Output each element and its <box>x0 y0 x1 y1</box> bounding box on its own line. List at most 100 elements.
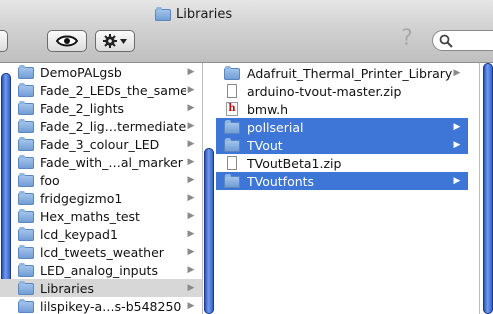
disclosure-arrow-icon: ▶ <box>187 175 195 185</box>
column1-scroller[interactable] <box>204 148 214 314</box>
disclosure-arrow-icon: ▶ <box>187 157 195 167</box>
folder-icon <box>224 120 240 134</box>
column-browser: DemoPALgsb ▶ Fade_2_LEDs_the_same ▶ Fade_2_l… <box>0 63 493 314</box>
list-item-label: Libraries <box>40 280 94 296</box>
folder-icon <box>18 65 34 79</box>
disclosure-arrow-icon: ▶ <box>453 176 461 186</box>
list-item[interactable]: TVout ▶ <box>216 136 468 154</box>
folder-icon <box>18 227 34 241</box>
disclosure-arrow-icon: ▶ <box>187 283 195 293</box>
list-item-label: TVoutfonts <box>247 173 315 189</box>
folder-icon <box>18 191 34 205</box>
window-title: Libraries <box>155 5 232 23</box>
disclosure-arrow-icon: ▶ <box>187 121 195 131</box>
eye-icon <box>56 35 78 47</box>
back-forward-button[interactable] <box>0 30 8 52</box>
disclosure-arrow-icon: ▶ <box>187 229 195 239</box>
list-item[interactable]: Fade_2_LEDs_the_same ▶ <box>0 81 202 99</box>
list-item[interactable]: arduino-tvout-master.zip <box>216 82 468 100</box>
search-field[interactable] <box>432 30 493 51</box>
list-item-label: Fade_3_colour_LED <box>40 136 160 152</box>
folder-icon <box>18 83 34 97</box>
list-item-label: Fade_2_lights <box>40 100 124 116</box>
folder-icon <box>18 119 34 133</box>
folder-icon <box>18 101 34 115</box>
view-options-button[interactable] <box>47 30 87 52</box>
list-item-label: pollserial <box>247 119 304 135</box>
folder-icon <box>18 245 34 259</box>
disclosure-arrow-icon: ▶ <box>187 103 195 113</box>
folder-icon <box>18 173 34 187</box>
list-item[interactable]: Libraries ▶ <box>0 279 202 297</box>
list-item-label: lcd_tweets_weather <box>40 244 164 260</box>
list-item[interactable]: LED_analog_inputs ▶ <box>0 261 202 279</box>
header-file-icon: h <box>224 102 240 116</box>
list-item-label: Fade_with_…al_marker <box>40 154 183 170</box>
action-menu-button[interactable] <box>95 30 135 52</box>
folder-icon <box>18 137 34 151</box>
list-item[interactable]: Fade_2_lights ▶ <box>0 99 202 117</box>
disclosure-arrow-icon: ▶ <box>187 247 195 257</box>
list-item-label: arduino-tvout-master.zip <box>247 83 402 99</box>
help-icon[interactable]: ? <box>398 27 416 51</box>
list-item[interactable]: lcd_tweets_weather ▶ <box>0 243 202 261</box>
folder-icon <box>18 209 34 223</box>
list-item[interactable]: TVoutfonts ▶ <box>216 172 468 190</box>
column-divider[interactable] <box>479 63 480 314</box>
folder-icon <box>224 174 240 188</box>
list-item[interactable]: foo ▶ <box>0 171 202 189</box>
list-item[interactable]: lcd_keypad1 ▶ <box>0 225 202 243</box>
list-item[interactable]: DemoPALgsb ▶ <box>0 63 202 81</box>
disclosure-arrow-icon: ▶ <box>453 140 461 150</box>
disclosure-arrow-icon: ▶ <box>187 85 195 95</box>
chevron-down-icon <box>120 38 127 44</box>
list-item[interactable]: pollserial ▶ <box>216 118 468 136</box>
disclosure-arrow-icon: ▶ <box>187 265 195 275</box>
list-item-label: TVoutBeta1.zip <box>247 155 342 171</box>
disclosure-arrow-icon: ▶ <box>187 301 195 311</box>
folder-icon <box>155 7 171 21</box>
list-item-label: lilspikey-a…s-b548250 <box>40 298 182 314</box>
list-item[interactable]: Fade_2_lig…termediate ▶ <box>0 117 202 135</box>
document-icon <box>224 156 240 170</box>
window-title-text: Libraries <box>176 6 233 22</box>
list-item-label: Hex_maths_test <box>40 208 140 224</box>
disclosure-arrow-icon: ▶ <box>187 211 195 221</box>
list-item-label: Fade_2_LEDs_the_same <box>40 82 187 98</box>
list-item[interactable]: lilspikey-a…s-b548250 ▶ <box>0 297 202 314</box>
column2-scroller[interactable] <box>483 63 493 314</box>
list-item[interactable]: TVoutBeta1.zip <box>216 154 468 172</box>
column-divider[interactable] <box>202 63 203 314</box>
list-item-label: foo <box>40 172 60 188</box>
list-item[interactable]: Fade_with_…al_marker ▶ <box>0 153 202 171</box>
search-icon <box>439 34 453 48</box>
disclosure-arrow-icon: ▶ <box>453 122 461 132</box>
toolbar: ? <box>0 27 493 63</box>
title-bar: Libraries <box>0 0 493 27</box>
folder-icon <box>18 263 34 277</box>
list-item[interactable]: Adafruit_Thermal_Printer_Library ▶ <box>216 64 468 82</box>
gear-icon <box>103 34 117 48</box>
list-item-label: lcd_keypad1 <box>40 226 118 242</box>
document-icon <box>224 84 240 98</box>
list-item-label: DemoPALgsb <box>40 64 122 80</box>
disclosure-arrow-icon: ▶ <box>453 68 461 78</box>
list-item-label: LED_analog_inputs <box>40 262 158 278</box>
folder-icon <box>224 138 240 152</box>
list-item-label: Fade_2_lig…termediate <box>40 118 187 134</box>
disclosure-arrow-icon: ▶ <box>187 139 195 149</box>
list-item[interactable]: Fade_3_colour_LED ▶ <box>0 135 202 153</box>
list-item-label: bmw.h <box>247 101 289 117</box>
disclosure-arrow-icon: ▶ <box>187 67 195 77</box>
list-item[interactable]: Hex_maths_test ▶ <box>0 207 202 225</box>
folder-icon <box>18 155 34 169</box>
disclosure-arrow-icon: ▶ <box>187 193 195 203</box>
folder-icon <box>224 66 240 80</box>
list-item[interactable]: h bmw.h <box>216 100 468 118</box>
list-item-label: Adafruit_Thermal_Printer_Library <box>247 65 453 81</box>
folder-icon <box>18 299 34 313</box>
list-item[interactable]: fridgegizmo1 ▶ <box>0 189 202 207</box>
column-1: DemoPALgsb ▶ Fade_2_LEDs_the_same ▶ Fade_2_l… <box>0 63 202 314</box>
list-item-label: TVout <box>247 137 283 153</box>
column-2: Adafruit_Thermal_Printer_Library ▶ arduino… <box>216 63 468 314</box>
